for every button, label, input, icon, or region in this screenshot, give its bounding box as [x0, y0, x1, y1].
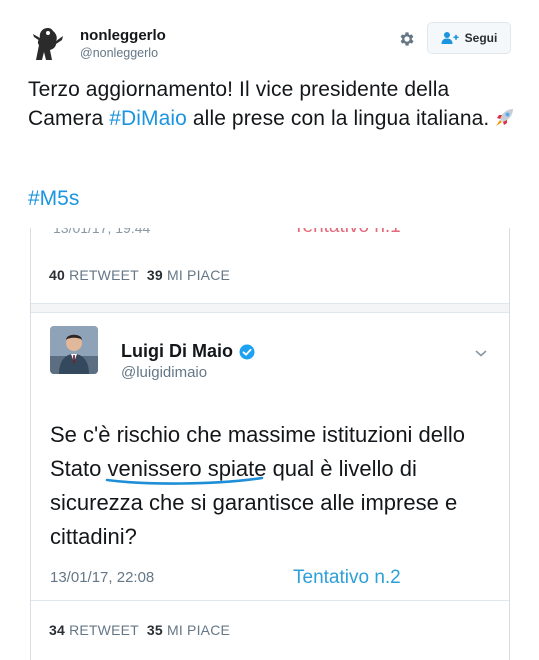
- quoted-avatar: [50, 326, 98, 374]
- hand-drawn-underline: [105, 476, 264, 485]
- display-name[interactable]: nonleggerlo: [80, 27, 166, 44]
- quoted-tweet-date: 13/01/17, 22:08: [50, 569, 155, 586]
- clipped-annotation: Tentativo n.1: [293, 228, 401, 238]
- embedded-screenshot: 13/01/17, 19:44 Tentativo n.1 40 RETWEET…: [30, 228, 510, 660]
- retweet-count: 40: [49, 267, 65, 283]
- quoted-author: Luigi Di Maio: [121, 341, 255, 362]
- divider: [31, 600, 509, 601]
- verified-badge-icon: [239, 344, 255, 359]
- like-count: 39: [146, 267, 163, 283]
- gear-icon: [400, 32, 414, 46]
- follow-button[interactable]: Segui: [427, 22, 511, 54]
- tweet-text: Terzo aggiornamento! Il vice presidente …: [28, 75, 518, 137]
- first-tweet-stats: 40 RETWEET 39 MI PIACE: [49, 267, 230, 283]
- divider: [31, 312, 509, 313]
- like-label: MI PIACE: [167, 267, 231, 283]
- retweet-label: RETWEET: [69, 622, 139, 638]
- section-gap: [31, 304, 509, 312]
- quoted-tweet-stats: 34 RETWEET 35 MI PIACE: [49, 622, 230, 638]
- follow-label: Segui: [464, 31, 498, 45]
- retweet-count: 34: [49, 622, 65, 638]
- tweet-header: nonleggerlo @nonleggerlo Segui: [0, 0, 539, 70]
- hashtag-m5s-link[interactable]: #M5s: [28, 187, 79, 211]
- rocket-icon: [493, 105, 517, 137]
- chevron-down-icon: [474, 345, 488, 363]
- clipped-date: 13/01/17, 19:44: [53, 228, 151, 236]
- user-avatar[interactable]: [28, 24, 68, 64]
- tweet-text-part2: alle prese con la lingua italiana.: [186, 107, 490, 130]
- quoted-handle: @luigidimaio: [121, 364, 208, 381]
- quoted-author-name: Luigi Di Maio: [121, 341, 233, 361]
- like-label: MI PIACE: [167, 622, 231, 638]
- silhouette-figure-icon: [28, 24, 68, 64]
- like-count: 35: [146, 622, 163, 638]
- hashtag-dimaio-link[interactable]: #DiMaio: [109, 107, 187, 130]
- user-handle[interactable]: @nonleggerlo: [80, 46, 158, 60]
- add-user-icon: [441, 32, 459, 44]
- settings-button[interactable]: [396, 28, 418, 50]
- annotation-label: Tentativo n.2: [293, 567, 401, 588]
- retweet-label: RETWEET: [69, 267, 139, 283]
